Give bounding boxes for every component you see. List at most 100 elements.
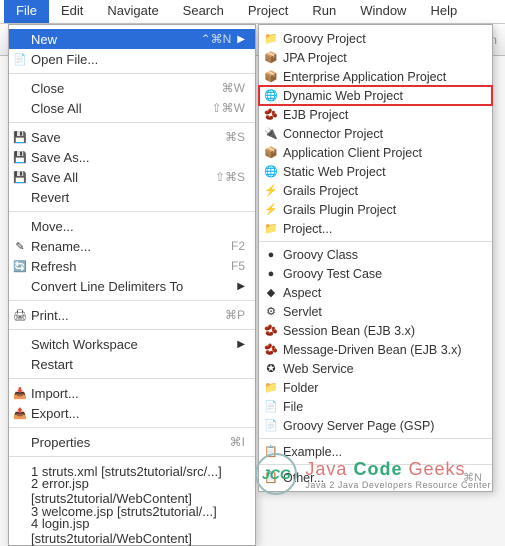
menubar-item-search[interactable]: Search [171,0,236,23]
submenu-item[interactable]: 🌐Static Web Project [259,162,492,181]
menu-item[interactable]: Close⌘W [9,78,255,98]
menu-icon: ✎ [13,239,27,253]
submenu-item[interactable]: 🌐Dynamic Web Project [259,86,492,105]
submenu-label: Folder [283,381,318,395]
submenu-item[interactable]: ⚡Grails Plugin Project [259,200,492,219]
submenu-item[interactable]: 📁 Project... [259,219,492,238]
shortcut: ⇧⌘S [215,170,245,184]
submenu-icon: ⚡ [264,184,278,198]
file-menu-dropdown: New⌃⌘N ▶📄Open File... Close⌘W Close All ⇧⌘W… [8,24,256,546]
submenu-label: Project... [283,222,332,236]
submenu-icon: 📁 [264,222,278,236]
menu-item[interactable]: 2 error.jsp [struts2tutorial/WebContent] [9,481,255,501]
submenu-item[interactable]: 📄Groovy Server Page (GSP) [259,416,492,435]
submenu-icon: 🫘 [264,108,278,122]
submenu-label: Groovy Server Page (GSP) [283,419,434,433]
submenu-label: File [283,400,303,414]
submenu-item[interactable]: 📦Enterprise Application Project [259,67,492,86]
menu-label: 4 login.jsp [struts2tutorial/WebContent] [31,516,245,546]
logo-text: Java Code Geeks Java 2 Java Developers R… [305,459,491,490]
menu-item[interactable]: 4 login.jsp [struts2tutorial/WebContent] [9,521,255,541]
menu-item[interactable]: 📤 Export... [9,403,255,423]
menu-label: Save [31,130,61,145]
shortcut: ⌘S [225,130,245,144]
menubar-item-edit[interactable]: Edit [49,0,95,23]
menu-item[interactable]: 💾Save⌘S [9,127,255,147]
menu-icon: 💾 [13,150,27,164]
menu-item[interactable]: Move... [9,216,255,236]
submenu-icon: 🌐 [264,89,278,103]
submenu-item[interactable]: 🫘Session Bean (EJB 3.x) [259,321,492,340]
submenu-label: EJB Project [283,108,348,122]
submenu-item[interactable]: ⚡ Grails Project [259,181,492,200]
menubar-item-project[interactable]: Project [236,0,300,23]
menu-item[interactable]: Close All ⇧⌘W [9,98,255,118]
shortcut: ⌘P [225,308,245,322]
menubar-item-navigate[interactable]: Navigate [95,0,170,23]
submenu-item[interactable]: ●Groovy Class [259,245,492,264]
menubar-item-help[interactable]: Help [418,0,469,23]
submenu-label: Groovy Class [283,248,358,262]
submenu-label: Grails Project [283,184,358,198]
separator [9,300,255,301]
submenu-icon: 🌐 [264,165,278,179]
submenu-item[interactable]: ✪Web Service [259,359,492,378]
submenu-icon: 📦 [264,146,278,160]
submenu-item[interactable]: 🫘Message-Driven Bean (EJB 3.x) [259,340,492,359]
menu-item[interactable]: 💾Save As... [9,147,255,167]
shortcut: F5 [231,259,245,273]
submenu-item[interactable]: 📦Application Client Project [259,143,492,162]
menubar: FileEditNavigateSearchProjectRunWindowHe… [0,0,505,24]
submenu-arrow-icon: ▶ [237,281,245,292]
menu-item[interactable]: Properties ⌘I [9,432,255,452]
shortcut: ⌃⌘N [201,32,232,46]
menubar-item-file[interactable]: File [4,0,49,23]
menu-item[interactable]: Restart [9,354,255,374]
shortcut: ⇧⌘W [212,101,245,115]
separator [9,122,255,123]
submenu-item[interactable]: 📄File [259,397,492,416]
menu-label: Close All [31,101,82,116]
menubar-item-window[interactable]: Window [348,0,418,23]
separator [9,456,255,457]
menu-item[interactable]: Convert Line Delimiters To▶ [9,276,255,296]
submenu-icon: ⚡ [264,203,278,217]
menu-icon: 💾 [13,170,27,184]
shortcut: ⌘I [230,435,245,449]
menu-item[interactable]: Switch Workspace▶ [9,334,255,354]
menu-icon: 📤 [13,406,27,420]
menubar-item-run[interactable]: Run [300,0,348,23]
submenu-icon: ● [264,267,278,281]
submenu-item[interactable]: 🔌Connector Project [259,124,492,143]
menu-label: Refresh [31,259,77,274]
submenu-icon: 📁 [264,381,278,395]
menu-item[interactable]: 📄Open File... [9,49,255,69]
submenu-icon: ✪ [264,362,278,376]
submenu-item[interactable]: 📦 JPA Project [259,48,492,67]
submenu-label: Groovy Project [283,32,366,46]
submenu-label: Groovy Test Case [283,267,382,281]
submenu-item[interactable]: 🫘 EJB Project [259,105,492,124]
menu-label: Properties [31,435,90,450]
menu-item[interactable]: New⌃⌘N ▶ [9,29,255,49]
separator [259,438,492,439]
submenu-item[interactable]: 📁 Folder [259,378,492,397]
submenu-item[interactable]: ● Groovy Test Case [259,264,492,283]
separator [9,73,255,74]
menu-item[interactable]: 💾Save All⇧⌘S [9,167,255,187]
menu-item[interactable]: ✎Rename...F2 [9,236,255,256]
logo-badge: JCG [255,453,297,495]
menu-label: Revert [31,190,69,205]
menu-item[interactable]: 🖨Print...⌘P [9,305,255,325]
menu-item[interactable]: 🔄RefreshF5 [9,256,255,276]
submenu-item[interactable]: ◆Aspect [259,283,492,302]
submenu-item[interactable]: ⚙Servlet [259,302,492,321]
menu-label: Export... [31,406,79,421]
submenu-icon: 📦 [264,51,278,65]
submenu-icon: ◆ [264,286,278,300]
submenu-label: JPA Project [283,51,347,65]
menu-item[interactable]: 📥Import... [9,383,255,403]
menu-label: Close [31,81,64,96]
menu-item[interactable]: Revert [9,187,255,207]
submenu-item[interactable]: 📁Groovy Project [259,29,492,48]
